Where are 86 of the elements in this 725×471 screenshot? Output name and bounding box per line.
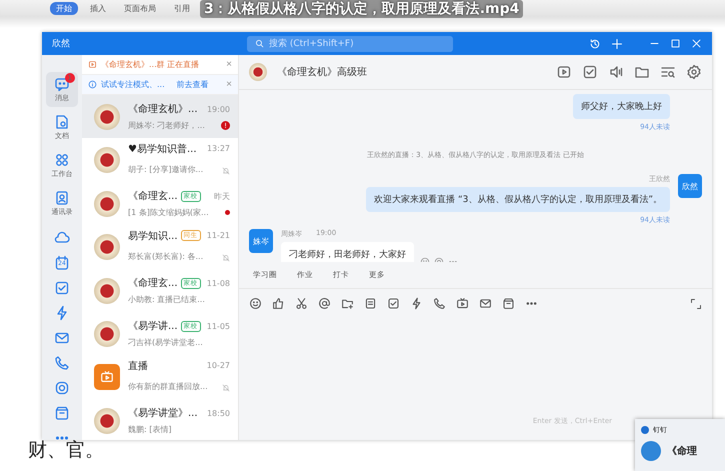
- message-preview: 刁吉祥(易学讲堂老...: [128, 337, 203, 348]
- message-preview: 郑长富(郑长富): 各...: [128, 250, 204, 262]
- settings-icon[interactable]: [686, 64, 702, 80]
- calendar-frame-icon[interactable]: [54, 255, 70, 271]
- window-title: 欣然: [52, 38, 71, 50]
- conversation-name: 直播: [128, 360, 148, 372]
- chat-title: 《命理玄机》高级班: [277, 66, 368, 79]
- conversation-time: 18:50: [206, 408, 230, 418]
- conversation-time: 11-08: [206, 278, 230, 288]
- app-logo-icon: [641, 426, 649, 434]
- message-preview: 你有新的群直播回放...: [128, 380, 208, 392]
- document-text: 财、官。: [28, 439, 104, 461]
- message-preview: 周姝岑: 刁老师好，...: [128, 120, 205, 131]
- app-logo-icon: [641, 441, 661, 461]
- conversation-name: ♥易学知识普...: [128, 142, 197, 156]
- group-avatar: [94, 190, 120, 216]
- conversation-name: 《易学讲...: [128, 320, 178, 333]
- chat-bubble-icon[interactable]: [54, 76, 70, 92]
- box-icon[interactable]: [502, 297, 515, 310]
- banner-text: 《命理玄机》...群 正在直播: [101, 59, 200, 70]
- video-icon[interactable]: [88, 60, 97, 69]
- conversation-name: 易学知识...: [128, 230, 178, 242]
- conversation-time: 10-27: [206, 361, 230, 370]
- video-title: 3：从格假从格八字的认定，取用原理及看法.mp4: [200, 0, 524, 18]
- mail-icon[interactable]: [54, 330, 70, 346]
- message-preview: 小助教: 直播已结束...: [128, 294, 205, 305]
- user-avatar[interactable]: 欣然: [678, 174, 702, 198]
- checkbox-icon[interactable]: [582, 64, 598, 80]
- group-avatar: [94, 104, 120, 130]
- phone-icon[interactable]: [433, 297, 446, 310]
- tv-icon[interactable]: [456, 297, 469, 310]
- conversation-time: 昨天: [214, 190, 230, 202]
- phone-icon[interactable]: [54, 355, 70, 371]
- video-icon[interactable]: [556, 64, 572, 80]
- contact-card-icon[interactable]: [54, 190, 70, 206]
- checkbox-icon[interactable]: [54, 280, 70, 296]
- conversation-time: 19:00: [206, 104, 230, 114]
- conversation-name: 《命理玄...: [128, 190, 178, 203]
- notepad-icon[interactable]: [364, 297, 377, 310]
- document-icon[interactable]: [54, 114, 70, 130]
- message-bubble: 欢迎大家来观看直播 “3、从格、假从格八字的认定，取用原理及看法”。: [366, 187, 670, 212]
- lightning-icon[interactable]: [410, 297, 423, 310]
- round-square-icon[interactable]: [54, 380, 70, 396]
- plus-icon[interactable]: [611, 38, 623, 50]
- view-link[interactable]: 前去查看: [176, 79, 209, 90]
- group-avatar: [94, 320, 120, 346]
- folder-plus-icon[interactable]: [341, 297, 354, 310]
- message-preview: 胡子: [分享]邀请你...: [128, 164, 204, 174]
- conversation-time: 13:27: [206, 144, 230, 153]
- notification-title: 《命理: [667, 444, 697, 458]
- conversation-name: 《易学讲堂》...: [128, 406, 198, 420]
- scissors-icon[interactable]: [295, 297, 308, 310]
- conversation-item[interactable]: ♥易学知识普... 13:27 胡子: [分享]邀请你...: [82, 138, 238, 182]
- expand-icon[interactable]: [690, 298, 702, 310]
- group-avatar: [94, 147, 120, 173]
- ribbon-tab[interactable]: 引用: [168, 2, 196, 15]
- conversation-time: 11-05: [206, 322, 230, 330]
- at-sign-icon[interactable]: [318, 297, 331, 310]
- conversation-name: 《命理玄机》...: [128, 102, 198, 116]
- conversation-item[interactable]: 《易学讲堂》... 18:50 魏鹏: [表情]: [82, 399, 238, 440]
- search-icon[interactable]: [255, 39, 264, 48]
- box-icon[interactable]: [54, 405, 70, 421]
- speaker-icon[interactable]: [608, 64, 624, 80]
- user-avatar[interactable]: 姝岑: [249, 229, 273, 253]
- message-preview: [1 条]陈文缩妈妈(家...: [128, 207, 209, 218]
- four-circles-icon[interactable]: [54, 152, 70, 168]
- maximize-icon[interactable]: [670, 38, 681, 49]
- conversation-time: 11-21: [206, 231, 230, 240]
- ribbon-tab[interactable]: 开始: [50, 2, 78, 15]
- message-bubble: 师父好，大家晚上好: [573, 94, 670, 119]
- thumbs-up-icon[interactable]: [272, 297, 285, 310]
- mail-icon[interactable]: [479, 297, 492, 310]
- info-icon[interactable]: [88, 80, 97, 89]
- ribbon-tab[interactable]: 插入: [84, 2, 112, 15]
- conversation-name: 《命理玄...: [128, 276, 178, 290]
- group-avatar: [94, 278, 120, 304]
- history-icon[interactable]: [589, 38, 601, 50]
- message-bubble: 刁老师好，田老师好，大家好: [281, 242, 414, 262]
- group-avatar: [94, 234, 120, 260]
- group-avatar: [94, 408, 120, 434]
- banner-text: 试试专注模式、...: [101, 79, 165, 90]
- message-preview: 魏鹏: [表情]: [128, 424, 172, 435]
- group-avatar: [249, 63, 267, 81]
- checkbox-icon[interactable]: [387, 297, 400, 310]
- ribbon-tab[interactable]: 页面布局: [118, 2, 162, 15]
- close-icon[interactable]: [691, 38, 702, 49]
